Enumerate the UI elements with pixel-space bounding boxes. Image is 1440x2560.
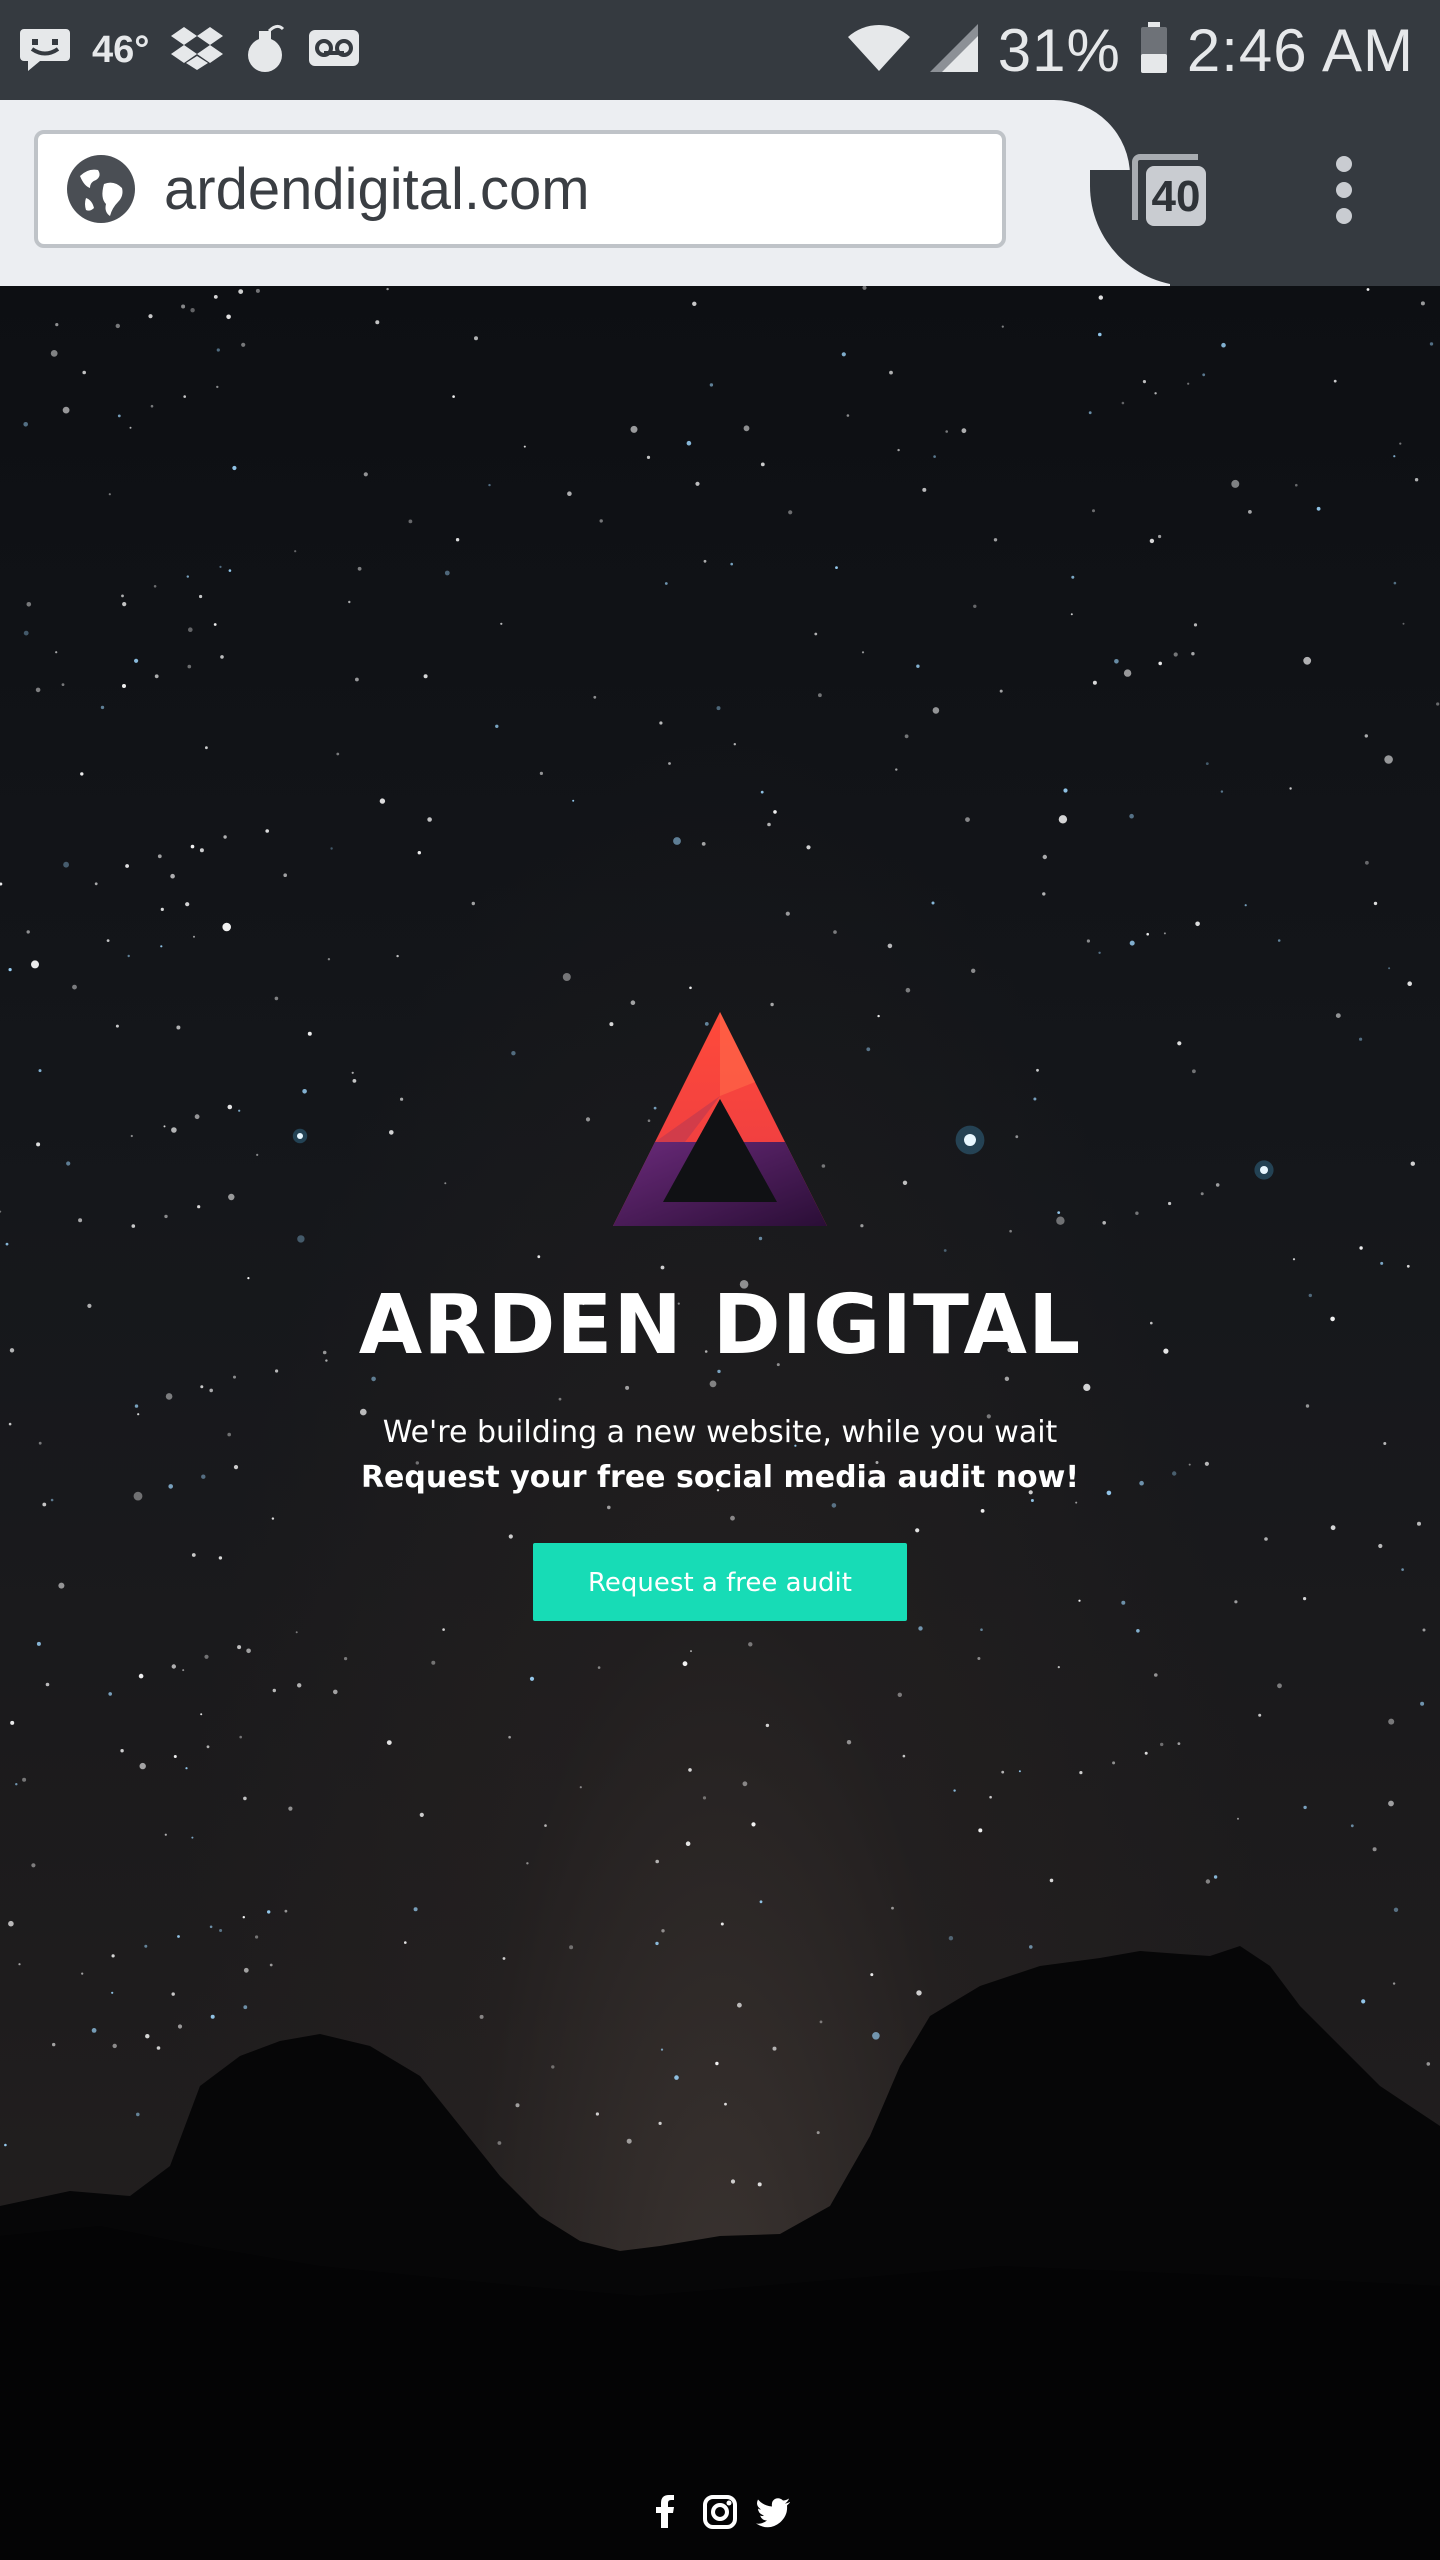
url-text[interactable]: ardendigital.com	[164, 156, 590, 223]
globe-icon	[66, 154, 136, 224]
web-page: ARDEN DIGITAL We're building a new websi…	[0, 286, 1440, 2560]
tab-switcher-button[interactable]: 40	[1126, 148, 1210, 232]
tab-count: 40	[1146, 166, 1206, 226]
battery-icon	[1139, 21, 1169, 79]
phone-screen: 46° 31% 2:46 AM ardendigital.com 40 ARDE…	[0, 0, 1440, 2560]
temperature: 46°	[92, 28, 150, 71]
messenger-icon	[20, 25, 70, 76]
facebook-icon[interactable]	[648, 2494, 684, 2530]
hero-section: ARDEN DIGITAL We're building a new websi…	[0, 1004, 1440, 1621]
dropbox-icon	[171, 25, 224, 76]
brand-title: ARDEN DIGITAL	[358, 1278, 1082, 1373]
wifi-icon	[847, 23, 910, 78]
voicemail-icon	[307, 28, 361, 73]
overflow-menu-icon[interactable]	[1322, 156, 1366, 232]
arden-digital-logo	[613, 1012, 827, 1226]
clock: 2:46 AM	[1186, 16, 1414, 84]
instagram-icon[interactable]	[702, 2494, 738, 2530]
status-bar-notifications: 46°	[20, 18, 361, 82]
battery-percent: 31%	[997, 16, 1121, 84]
browser-toolbar: ardendigital.com 40	[0, 100, 1440, 286]
twitter-icon[interactable]	[756, 2494, 792, 2530]
status-bar-system: 31% 2:46 AM	[847, 12, 1414, 88]
address-bar[interactable]: ardendigital.com	[34, 130, 1006, 248]
signal-icon	[928, 22, 980, 79]
tagline: We're building a new website, while you …	[382, 1415, 1058, 1450]
grenade-icon	[245, 23, 285, 78]
status-bar: 46° 31% 2:46 AM	[0, 0, 1440, 100]
cta-text: Request your free social media audit now…	[360, 1460, 1080, 1495]
social-links	[0, 2494, 1440, 2530]
request-audit-button[interactable]: Request a free audit	[533, 1543, 907, 1621]
